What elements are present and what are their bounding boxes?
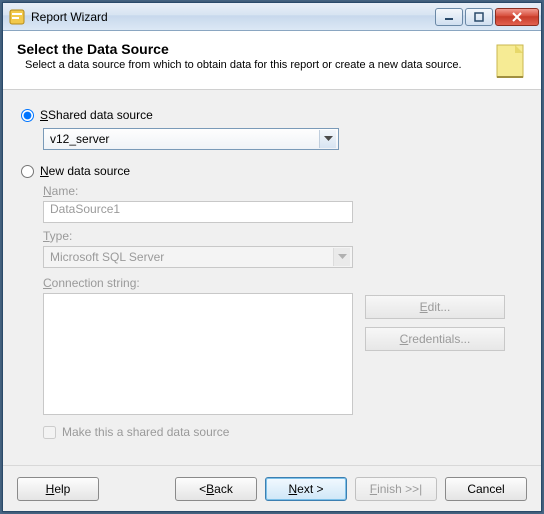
new-data-source-radio-row[interactable]: New data source bbox=[21, 164, 523, 178]
minimize-button[interactable] bbox=[435, 8, 463, 26]
new-data-source-radio[interactable] bbox=[21, 165, 34, 178]
app-icon bbox=[9, 9, 25, 25]
shared-data-source-value: v12_server bbox=[50, 132, 109, 146]
chevron-down-icon bbox=[319, 130, 336, 148]
new-data-source-label: New data source bbox=[40, 164, 130, 178]
shared-data-source-combo[interactable]: v12_server bbox=[43, 128, 339, 150]
cancel-button[interactable]: Cancel bbox=[445, 477, 527, 501]
wizard-footer: Help < Back Next > Finish >>| Cancel bbox=[3, 465, 541, 511]
credentials-button: Credentials... bbox=[365, 327, 505, 351]
note-icon bbox=[493, 41, 527, 81]
make-shared-checkbox bbox=[43, 426, 56, 439]
maximize-button[interactable] bbox=[465, 8, 493, 26]
close-button[interactable] bbox=[495, 8, 539, 26]
window-controls bbox=[435, 8, 539, 26]
shared-data-source-radio[interactable] bbox=[21, 109, 34, 122]
type-value: Microsoft SQL Server bbox=[50, 250, 164, 264]
wizard-body: SShared data source v12_server New data … bbox=[3, 90, 541, 465]
next-button[interactable]: Next > bbox=[265, 477, 347, 501]
shared-data-source-radio-row[interactable]: SShared data source bbox=[21, 108, 523, 122]
make-shared-checkbox-row: Make this a shared data source bbox=[43, 425, 523, 439]
connection-string-field bbox=[43, 293, 353, 415]
type-combo: Microsoft SQL Server bbox=[43, 246, 353, 268]
back-button[interactable]: < Back bbox=[175, 477, 257, 501]
shared-data-source-label: SShared data source bbox=[40, 108, 153, 122]
make-shared-label: Make this a shared data source bbox=[62, 425, 229, 439]
chevron-down-icon bbox=[333, 248, 350, 266]
help-button[interactable]: Help bbox=[17, 477, 99, 501]
report-wizard-window: Report Wizard Select the Data Source Sel… bbox=[2, 2, 542, 512]
page-subtitle: Select a data source from which to obtai… bbox=[17, 59, 485, 71]
name-label: Name: bbox=[43, 184, 523, 198]
wizard-header: Select the Data Source Select a data sou… bbox=[3, 31, 541, 90]
type-label: Type: bbox=[43, 229, 523, 243]
finish-button: Finish >>| bbox=[355, 477, 437, 501]
connection-string-label: Connection string: bbox=[43, 276, 523, 290]
window-title: Report Wizard bbox=[31, 10, 435, 24]
name-field: DataSource1 bbox=[43, 201, 353, 223]
titlebar: Report Wizard bbox=[3, 3, 541, 31]
edit-button: Edit... bbox=[365, 295, 505, 319]
page-title: Select the Data Source bbox=[17, 41, 485, 57]
